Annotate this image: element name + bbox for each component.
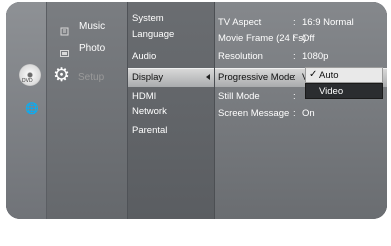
setting-still-mode-label[interactable]: Still Mode [218,91,260,103]
dropdown-option-video-label: Video [319,86,344,97]
setting-progressive-mode-sep: : [293,72,296,83]
setup-menu-panel: Music Photo DVD ⚙ Setup 🌐 System Languag… [6,2,387,219]
dropdown-option-auto[interactable]: ✓ Auto [305,67,383,83]
menu-item-setup[interactable]: Setup [78,72,104,83]
setting-movie-frame-value: Off [302,33,315,44]
music-icon [60,23,69,36]
setting-resolution-label[interactable]: Resolution [218,51,263,63]
check-icon: ✓ [309,69,318,80]
setting-tv-aspect-sep: : [293,17,296,28]
globe-icon: 🌐 [25,103,39,115]
menu-item-photo[interactable]: Photo [79,43,105,55]
photo-icon [60,45,69,57]
setting-movie-frame-sep: : [293,33,296,44]
setting-screen-message-label[interactable]: Screen Message [218,108,289,120]
left-arrow-icon [206,74,210,80]
submenu-item-system[interactable]: System [132,13,164,25]
submenu-item-parental[interactable]: Parental [132,125,167,137]
submenu-item-network[interactable]: Network [132,106,167,118]
setting-screen-message-sep: : [293,108,296,119]
setting-resolution-sep: : [293,51,296,62]
submenu-item-hdmi[interactable]: HDMI [132,91,156,103]
dropdown-option-video[interactable]: Video [305,83,383,99]
setting-still-mode-sep: : [293,91,296,102]
dropdown-option-auto-label: Auto [319,70,339,81]
gear-icon: ⚙ [53,65,71,86]
submenu-item-language[interactable]: Language [132,29,174,41]
submenu-item-display[interactable]: Display [132,72,163,84]
setting-tv-aspect-value: 16:9 Normal [302,17,354,28]
dvd-label: DVD [22,78,33,84]
progressive-mode-dropdown[interactable]: ✓ Auto Video [305,67,383,99]
setting-tv-aspect-label[interactable]: TV Aspect [218,17,261,29]
setting-screen-message-value: On [302,108,315,119]
screen: Music Photo DVD ⚙ Setup 🌐 System Languag… [0,0,391,246]
setting-progressive-mode-label[interactable]: Progressive Mode [218,72,295,84]
submenu-item-audio[interactable]: Audio [132,51,156,63]
menu-item-music[interactable]: Music [79,21,105,33]
setting-resolution-value: 1080p [302,51,329,62]
